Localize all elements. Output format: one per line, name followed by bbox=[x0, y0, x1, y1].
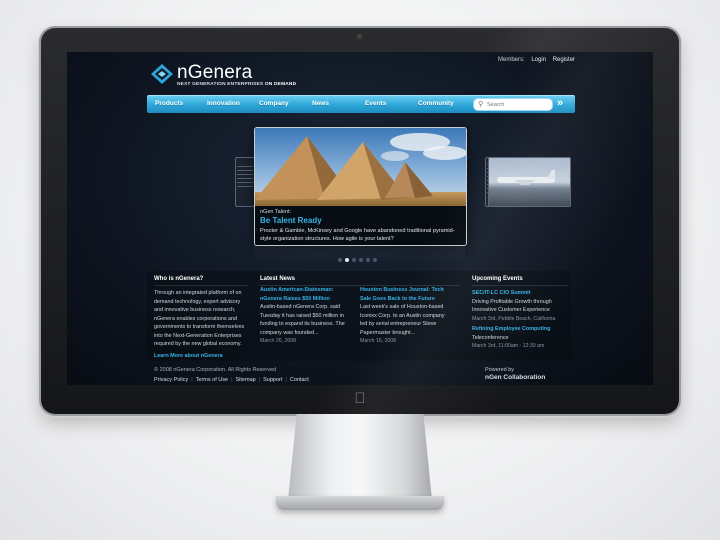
members-label: Members: bbox=[498, 57, 525, 63]
nav-innovation[interactable]: Innovation bbox=[207, 95, 240, 113]
news-title[interactable]: Austin American-Statesman: nGenera Raise… bbox=[260, 286, 350, 303]
slide-caption: nGen Talent: Be Talent Ready Procter & G… bbox=[255, 206, 466, 245]
monitor-stand-base bbox=[276, 496, 444, 510]
airplane-image bbox=[489, 158, 570, 206]
carousel-next-slide-2[interactable] bbox=[488, 157, 571, 207]
search-box[interactable]: ⚲ bbox=[473, 98, 553, 111]
members-bar: Members: Login Register bbox=[498, 57, 580, 63]
news-item: Houston Business Journal: Tech Sale Goes… bbox=[360, 286, 452, 346]
apple-logo-icon:  bbox=[352, 390, 368, 408]
events-heading: Upcoming Events bbox=[472, 276, 523, 282]
carousel-dot-active[interactable] bbox=[345, 258, 349, 262]
carousel-prev-slide[interactable] bbox=[235, 157, 255, 207]
nav-products[interactable]: Products bbox=[155, 95, 183, 113]
main-nav: Products Innovation Company News Events … bbox=[147, 95, 575, 113]
nav-company[interactable]: Company bbox=[259, 95, 289, 113]
register-link[interactable]: Register bbox=[553, 57, 575, 63]
copyright-text: © 2008 nGenera Corporation. All Rights R… bbox=[154, 367, 277, 373]
carousel-dot[interactable] bbox=[366, 258, 370, 262]
divider: | bbox=[191, 377, 193, 383]
divider: | bbox=[285, 377, 287, 383]
footer-link-contact[interactable]: Contact bbox=[290, 377, 309, 383]
powered-by: Powered by nGen Collaboration bbox=[485, 367, 545, 381]
powered-label: Powered by bbox=[485, 367, 515, 373]
event-text: Driving Profitable Growth through Innova… bbox=[472, 298, 552, 314]
event-title[interactable]: SEC/IT-LC CIO Summit bbox=[472, 289, 568, 298]
who-heading: Who is nGenera? bbox=[154, 276, 204, 282]
divider bbox=[154, 285, 248, 286]
news-title[interactable]: Houston Business Journal: Tech Sale Goes… bbox=[360, 286, 452, 303]
footer: © 2008 nGenera Corporation. All Rights R… bbox=[154, 367, 309, 383]
news-text: Austin-based nGenera Corp. said Tuesday … bbox=[260, 304, 345, 336]
who-text: Through an integrated platform of on dem… bbox=[154, 290, 245, 347]
logo-tagline: NEXT GENERATION ENTERPRISES ON DEMAND bbox=[177, 82, 296, 87]
ngenera-logo-icon bbox=[151, 64, 173, 84]
slide-text-lines bbox=[237, 166, 253, 190]
slide-title[interactable]: Be Talent Ready bbox=[260, 216, 322, 225]
news-date: March 26, 2008 bbox=[260, 338, 297, 344]
pyramids-image bbox=[255, 128, 466, 206]
footer-link-sitemap[interactable]: Sitemap bbox=[236, 377, 256, 383]
event-date: March 3rd, 11:00am - 12:30 am bbox=[472, 343, 545, 349]
footer-links: Privacy Policy | Terms of Use | Sitemap | Supp… bbox=[154, 377, 309, 383]
nav-events[interactable]: Events bbox=[365, 95, 386, 113]
divider: | bbox=[231, 377, 233, 383]
event-title[interactable]: Refining Employee Computing bbox=[472, 325, 568, 334]
news-heading: Latest News bbox=[260, 276, 296, 282]
slide-body: Procter & Gamble, McKinsey and Google ha… bbox=[260, 228, 455, 242]
news-date: March 16, 2008 bbox=[360, 338, 397, 344]
powered-brand[interactable]: nGen Collaboration bbox=[485, 374, 545, 381]
who-column: Who is nGenera? Through an integrated pl… bbox=[154, 271, 248, 360]
airplane-wing bbox=[515, 180, 535, 185]
carousel-dot[interactable] bbox=[352, 258, 356, 262]
login-link[interactable]: Login bbox=[531, 57, 546, 63]
events-column: Upcoming Events SEC/IT-LC CIO Summit Dri… bbox=[472, 271, 568, 351]
carousel-dot[interactable] bbox=[373, 258, 377, 262]
event-text: Teleconference bbox=[472, 334, 509, 341]
news-column: Latest News Austin American-Statesman: n… bbox=[260, 271, 460, 344]
carousel-dot[interactable] bbox=[338, 258, 342, 262]
nav-news[interactable]: News bbox=[312, 95, 329, 113]
logo-tagline-accent: ON DEMAND bbox=[264, 82, 297, 87]
logo-tagline-main: NEXT GENERATION ENTERPRISES bbox=[177, 82, 265, 87]
divider: | bbox=[258, 377, 261, 383]
search-input[interactable] bbox=[487, 99, 547, 110]
news-text: Last week's sale of Houston-based Iconix… bbox=[360, 304, 445, 336]
footer-link-terms[interactable]: Terms of Use bbox=[196, 377, 228, 383]
monitor-stand bbox=[288, 414, 432, 500]
camera-icon bbox=[357, 34, 362, 39]
logo-name: nGenera bbox=[177, 62, 253, 83]
website-screen: nGenera NEXT GENERATION ENTERPRISES ON D… bbox=[67, 52, 653, 385]
footer-link-support[interactable]: Support bbox=[263, 377, 282, 383]
footer-link-privacy[interactable]: Privacy Policy bbox=[154, 377, 188, 383]
slide-kicker: nGen Talent: bbox=[260, 209, 292, 215]
learn-more-link[interactable]: Learn More about nGenera bbox=[154, 352, 248, 361]
carousel-active-slide[interactable]: nGen Talent: Be Talent Ready Procter & G… bbox=[254, 127, 467, 246]
news-item: Austin American-Statesman: nGenera Raise… bbox=[260, 286, 350, 346]
event-date: March 3rd, Pebble Beach, California bbox=[472, 315, 556, 322]
airplane-tail bbox=[547, 170, 555, 179]
search-go-button[interactable]: » bbox=[557, 95, 563, 113]
content-panel: Who is nGenera? Through an integrated pl… bbox=[147, 271, 571, 361]
carousel-dot[interactable] bbox=[359, 258, 363, 262]
nav-community[interactable]: Community bbox=[418, 95, 454, 113]
search-icon: ⚲ bbox=[478, 101, 484, 108]
divider bbox=[472, 285, 568, 286]
